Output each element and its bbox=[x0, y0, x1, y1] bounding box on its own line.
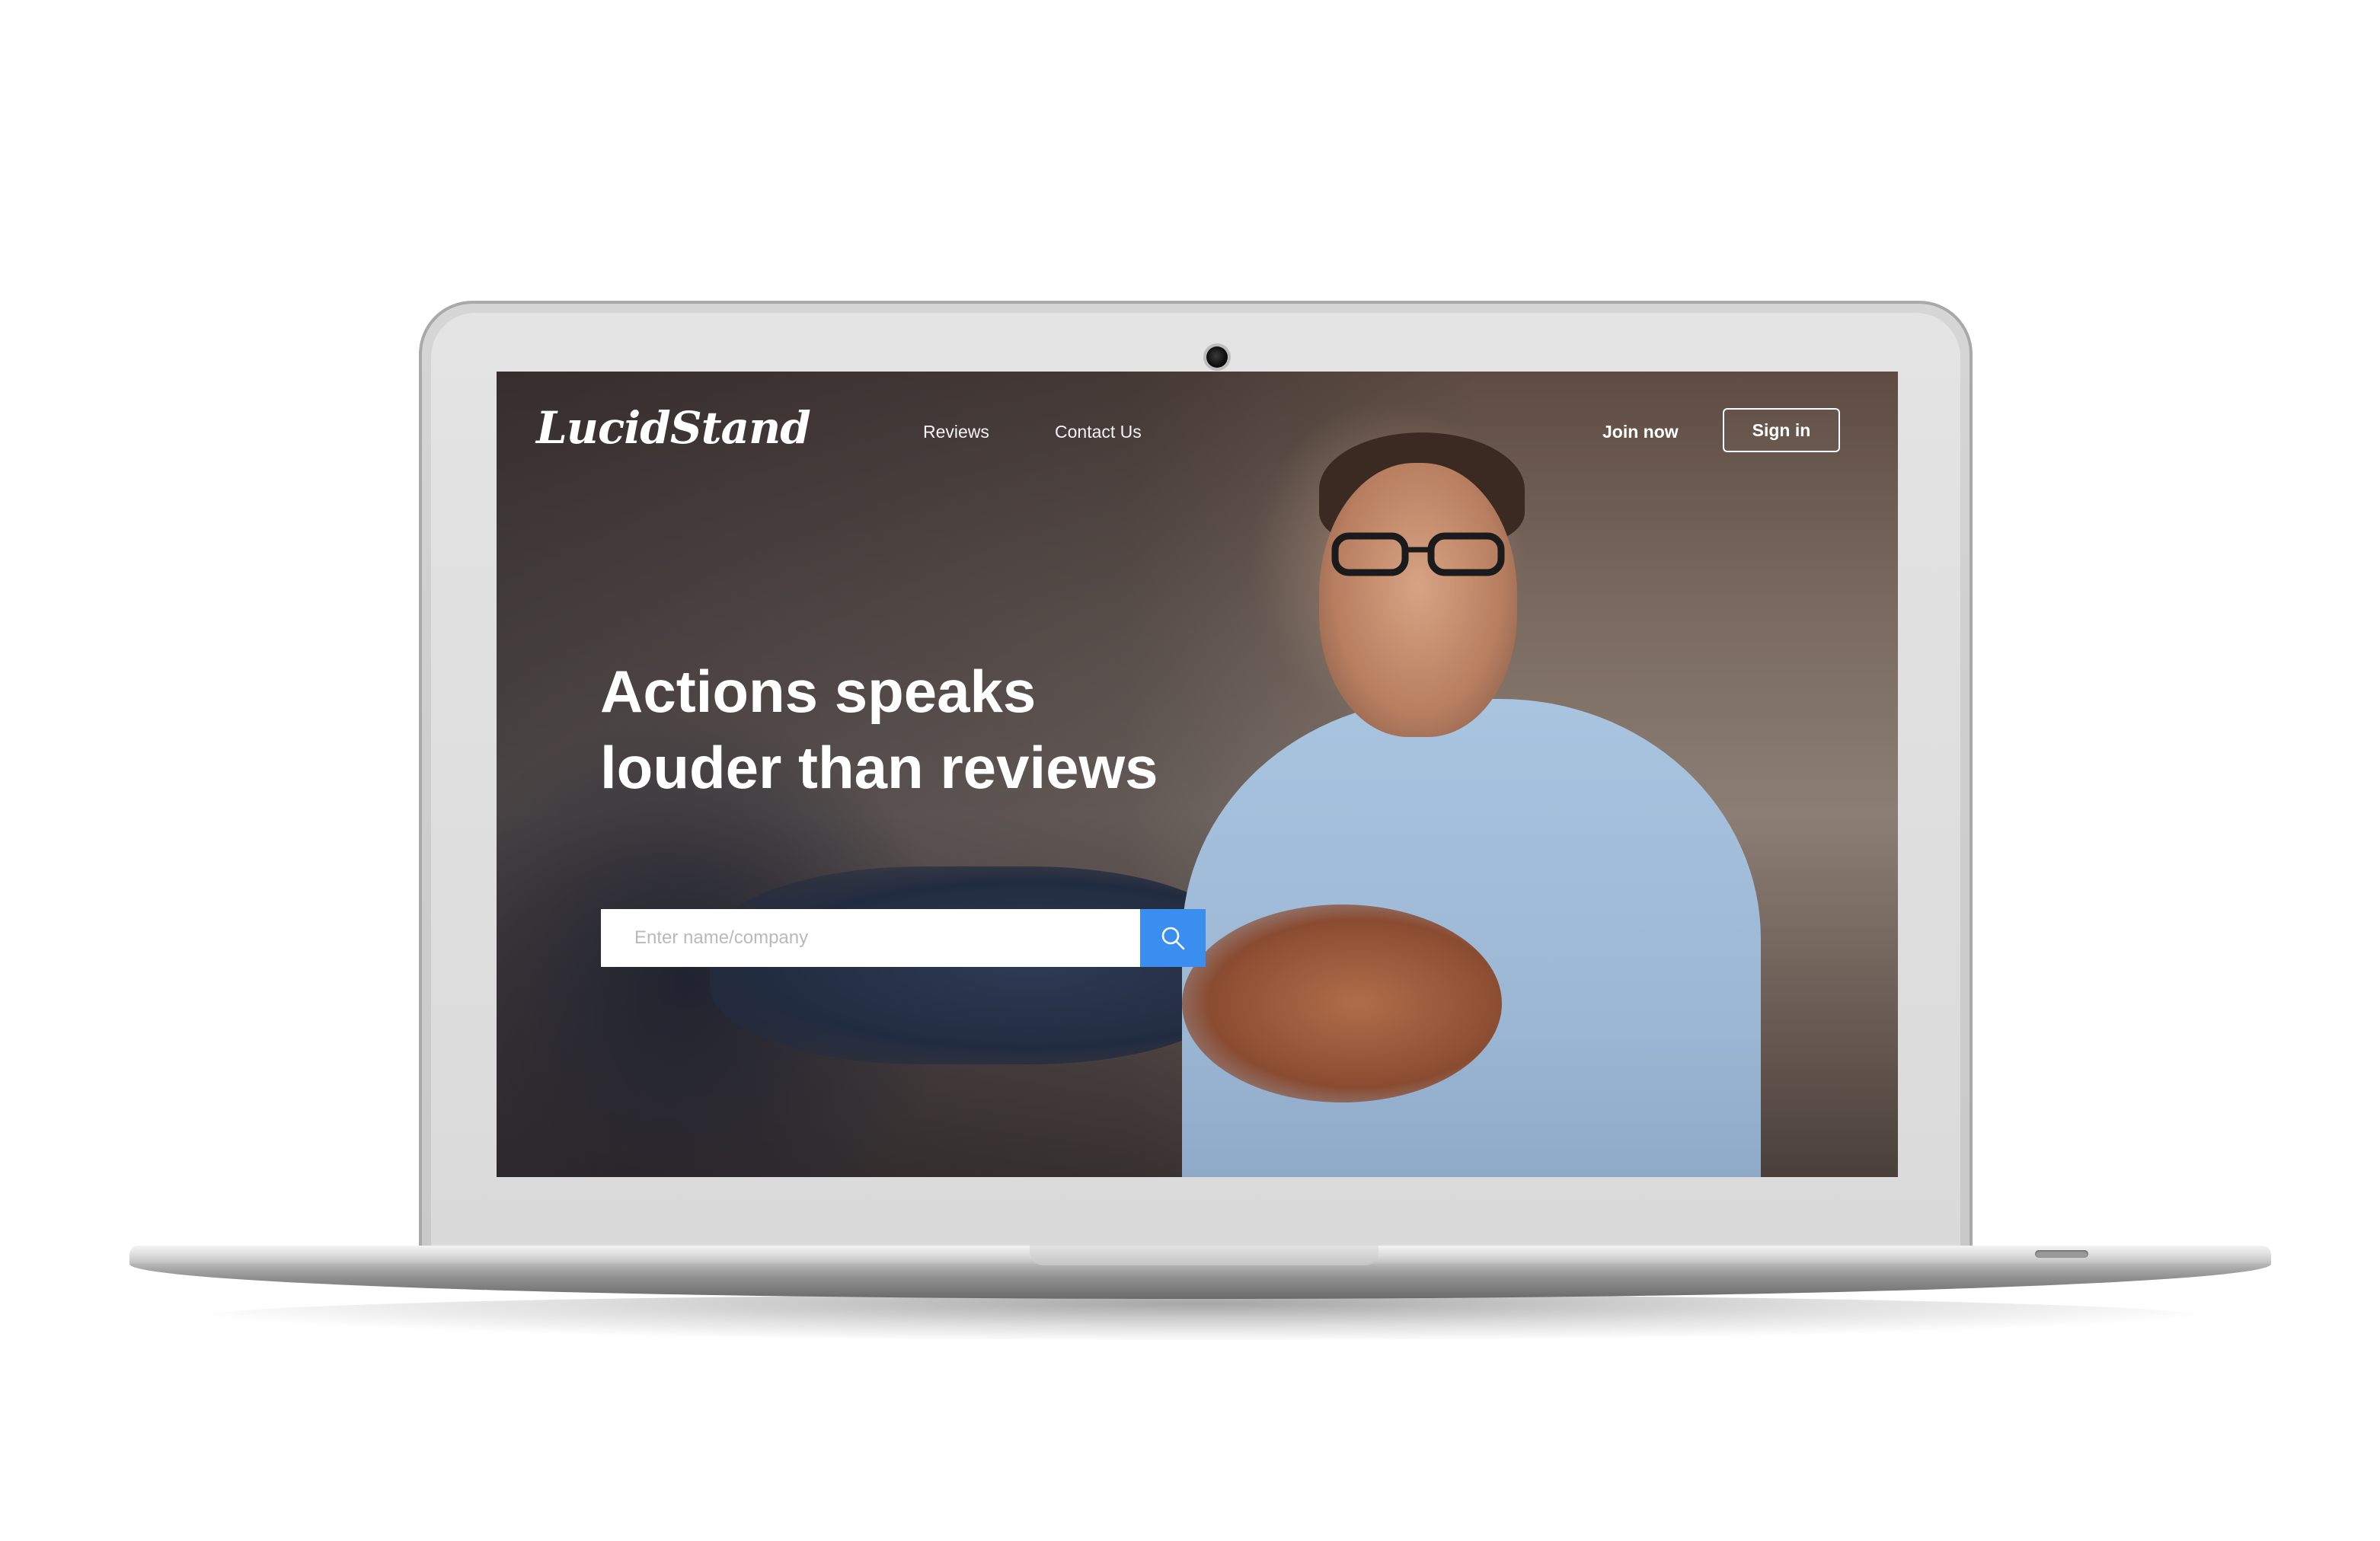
photo-handshake bbox=[1182, 904, 1502, 1102]
join-now-link[interactable]: Join now bbox=[1602, 422, 1679, 442]
search-input[interactable] bbox=[601, 909, 1140, 967]
nav-link-reviews[interactable]: Reviews bbox=[923, 422, 989, 442]
laptop-hinge-notch bbox=[1030, 1246, 1378, 1265]
laptop-base-edge bbox=[129, 1264, 2271, 1299]
laptop-port bbox=[2035, 1250, 2088, 1258]
brand-logo[interactable]: LucidStand bbox=[536, 402, 811, 454]
search-button[interactable] bbox=[1140, 909, 1206, 967]
laptop-shadow bbox=[198, 1294, 2209, 1340]
webcam-icon bbox=[1206, 346, 1228, 368]
photo-glasses bbox=[1331, 532, 1505, 576]
hero-headline: Actions speaks louder than reviews bbox=[600, 653, 1286, 806]
photo-face bbox=[1319, 463, 1517, 737]
hero-headline-line-2: louder than reviews bbox=[600, 734, 1158, 801]
search-bar bbox=[601, 909, 1206, 967]
search-icon bbox=[1161, 927, 1185, 950]
browser-viewport: LucidStand Reviews Contact Us Join now S… bbox=[497, 372, 1898, 1177]
mockup-stage: LucidStand Reviews Contact Us Join now S… bbox=[0, 0, 2380, 1541]
hero-headline-line-1: Actions speaks bbox=[600, 658, 1037, 725]
sign-in-button[interactable]: Sign in bbox=[1723, 408, 1840, 452]
nav-link-contact-us[interactable]: Contact Us bbox=[1055, 422, 1142, 442]
